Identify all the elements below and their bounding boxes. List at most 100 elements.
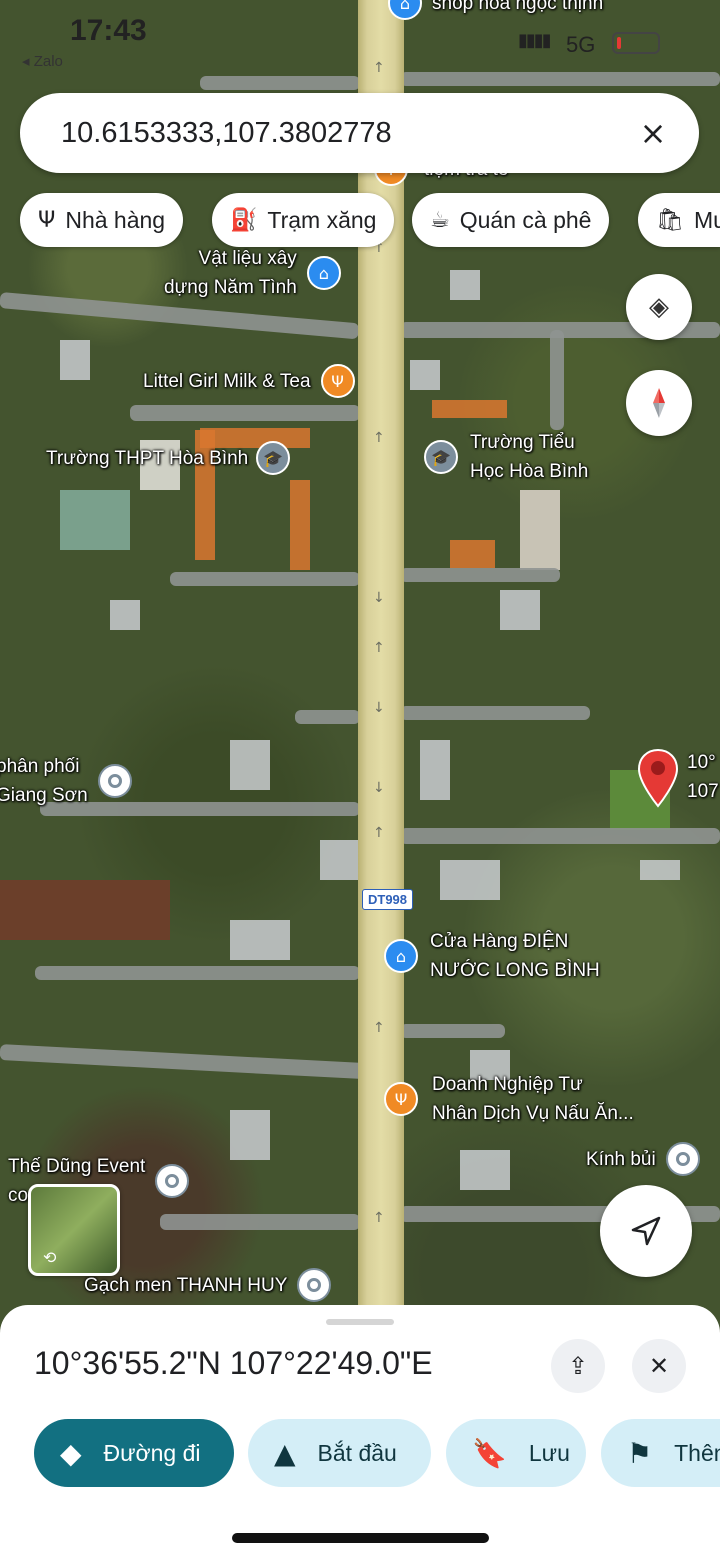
road-direction-arrow: ↑: [373, 60, 385, 76]
building: [432, 400, 507, 418]
poi-shop[interactable]: ⌂ Vật liệu xây dựng Năm Tình: [164, 244, 341, 302]
dropped-pin-label: 10° 107: [687, 752, 719, 802]
location-dot-icon: [665, 1142, 700, 1176]
poi-label: phân phối Giang Sơn: [0, 756, 88, 806]
chip-label: Nhà hàng: [65, 206, 166, 233]
close-icon[interactable]: ×: [631, 111, 675, 155]
layers-button[interactable]: ◈: [626, 274, 692, 340]
location-dot-icon: [97, 764, 132, 798]
road-direction-arrow: ↑: [373, 825, 385, 841]
search-input[interactable]: 10.6153333,107.3802778: [61, 117, 631, 150]
coffee-cup-icon: ☕: [430, 207, 450, 233]
navigation-arrow-icon: [631, 1216, 661, 1246]
side-road: [170, 572, 360, 586]
start-button[interactable]: ▲ Bắt đầu: [248, 1419, 431, 1487]
poi-place[interactable]: Kính bủi: [586, 1142, 700, 1176]
save-button[interactable]: 🔖 Lưu: [446, 1419, 586, 1487]
my-location-button[interactable]: [600, 1185, 692, 1277]
share-button[interactable]: ⇪: [551, 1339, 605, 1393]
action-label: Bắt đầu: [317, 1439, 397, 1466]
poi-label: Littel Girl Milk & Tea: [143, 370, 311, 392]
building: [60, 340, 90, 380]
search-bar[interactable]: 10.6153333,107.3802778 ×: [20, 93, 699, 173]
poi-label: Doanh Nghiệp Tư Nhân Dịch Vụ Nấu Ăn...: [432, 1074, 634, 1124]
sports-field: [60, 490, 130, 550]
map-pin-icon: [637, 748, 679, 808]
drag-handle[interactable]: [326, 1319, 394, 1325]
poi-food[interactable]: Ψ Littel Girl Milk & Tea: [143, 364, 355, 398]
home-indicator[interactable]: [232, 1533, 489, 1543]
action-label: Lưu: [528, 1439, 570, 1466]
poi-label: Cửa Hàng ĐIỆN NƯỚC LONG BÌNH: [430, 931, 600, 981]
add-label-button[interactable]: ⚑ Thêm: [601, 1419, 720, 1487]
bare-land: [0, 880, 170, 940]
building: [500, 590, 540, 630]
fork-knife-icon: Ψ: [384, 1082, 418, 1116]
poi-school[interactable]: 🎓 Trường Tiểu Học Hòa Bình: [424, 428, 588, 486]
school-cap-icon: 🎓: [256, 441, 291, 475]
road-direction-arrow: ↑: [373, 1210, 385, 1226]
poi-label: shop hoa ngọc thịnh: [432, 0, 604, 14]
action-label: Thêm: [674, 1439, 720, 1466]
road-direction-arrow: ↑: [373, 640, 385, 656]
road-direction-arrow: ↑: [373, 430, 385, 446]
satellite-map[interactable]: ↑ ↓ ↑ ↓ ↓ ↑ ↑ ↑ ↑ ↑ DT998 ⌂ shop hoa ngọ…: [0, 0, 720, 1340]
side-road: [295, 710, 360, 724]
building: [230, 740, 270, 790]
chip-coffee[interactable]: ☕ Quán cà phê: [412, 193, 610, 247]
poi-school[interactable]: 🎓 Trường THPT Hòa Bình: [46, 441, 291, 475]
building: [230, 920, 290, 960]
shopping-bag-icon: 🛍: [656, 207, 684, 233]
shopping-bag-icon: ⌂: [306, 256, 341, 290]
chip-label: Trạm xăng: [267, 206, 377, 233]
poi-label: Kính bủi: [586, 1148, 656, 1170]
bookmark-icon: 🔖: [472, 1436, 507, 1470]
street-view-thumbnail[interactable]: ⟲: [28, 1184, 120, 1276]
building: [230, 1110, 270, 1160]
chip-gas-stations[interactable]: ⛽ Trạm xăng: [212, 193, 395, 247]
close-icon: ✕: [648, 1352, 670, 1380]
location-dot-icon: [297, 1268, 332, 1302]
side-road: [550, 330, 564, 430]
status-time: 17:43: [70, 14, 147, 47]
poi-place[interactable]: phân phối Giang Sơn: [0, 752, 132, 810]
chip-label: Mu: [693, 206, 720, 233]
side-road: [400, 828, 720, 844]
road-direction-arrow: ↑: [373, 1020, 385, 1036]
place-bottom-sheet[interactable]: 10°36'55.2"N 107°22'49.0"E ⇪ ✕ ◆ Đường đ…: [0, 1305, 720, 1557]
directions-icon: ◆: [60, 1436, 82, 1470]
close-sheet-button[interactable]: ✕: [632, 1339, 686, 1393]
side-road: [0, 1044, 370, 1080]
road-direction-arrow: ↓: [373, 780, 385, 796]
flag-icon: ⚑: [627, 1436, 653, 1470]
poi-shop[interactable]: ⌂ shop hoa ngọc thịnh: [388, 0, 603, 20]
building: [110, 600, 140, 630]
chip-shopping[interactable]: 🛍 Mu: [638, 193, 720, 247]
building: [420, 740, 450, 800]
signal-icon: ▮▮▮▮: [518, 30, 552, 50]
poi-food[interactable]: Ψ Doanh Nghiệp Tư Nhân Dịch Vụ Nấu Ăn...: [384, 1070, 634, 1128]
directions-button[interactable]: ◆ Đường đi: [34, 1419, 234, 1487]
chip-restaurants[interactable]: Ψ Nhà hàng: [20, 193, 184, 247]
side-road: [35, 966, 360, 980]
navigation-arrow-icon: ▲: [274, 1436, 296, 1470]
side-road: [400, 1024, 505, 1038]
poi-shop[interactable]: ⌂ Cửa Hàng ĐIỆN NƯỚC LONG BÌNH: [384, 927, 600, 985]
dropped-pin[interactable]: 10° 107: [637, 748, 719, 813]
back-to-app-link[interactable]: ◂ Zalo: [22, 52, 63, 70]
poi-label: Trường Tiểu Học Hòa Bình: [470, 432, 589, 482]
building: [460, 1150, 510, 1190]
side-road: [400, 568, 560, 582]
share-icon: ⇪: [567, 1352, 589, 1380]
side-road: [160, 1214, 360, 1230]
building: [440, 860, 500, 900]
poi-label: Trường THPT Hòa Bình: [46, 447, 249, 469]
poi-place[interactable]: Gạch men THANH HUY: [84, 1268, 332, 1302]
building: [290, 480, 310, 570]
road-shield-label: DT998: [362, 889, 414, 910]
road-direction-arrow: ↓: [373, 700, 385, 716]
side-road: [130, 405, 360, 421]
compass-button[interactable]: [626, 370, 692, 436]
action-label: Đường đi: [103, 1439, 201, 1466]
side-road: [400, 706, 590, 720]
